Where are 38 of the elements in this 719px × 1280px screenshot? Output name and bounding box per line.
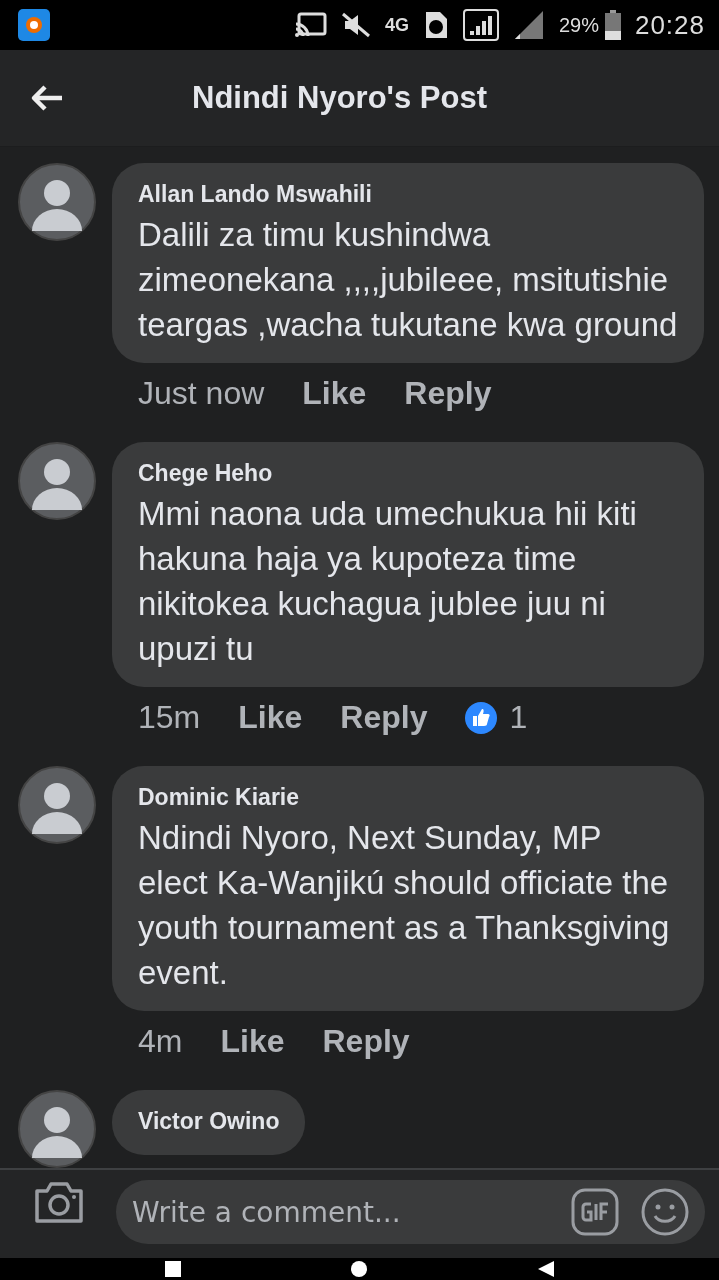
author-name[interactable]: Dominic Kiarie [138, 784, 678, 811]
page-title: Ndindi Nyoro's Post [192, 80, 487, 116]
battery-icon [604, 10, 621, 40]
reply-link[interactable]: Reply [404, 375, 492, 412]
comment-text: Ndindi Nyoro, Next Sunday, MP elect Ka-Wanjikú should officiate the youth tournament as a Thanksgiving event. [138, 818, 671, 993]
author-name[interactable]: Chege Heho [138, 460, 678, 487]
timestamp: Just now [138, 375, 265, 412]
author-name[interactable]: Allan Lando Mswahili [138, 181, 678, 208]
camera-button[interactable] [34, 1180, 84, 1224]
timestamp: 15m [138, 699, 201, 736]
back-icon[interactable] [537, 1261, 554, 1277]
comment-text: Mmi naona uda umechukua hii kiti hakuna haja ya kupoteza time nikitokea kuchagua jublee juu ni upuzi tu [138, 494, 638, 669]
mute-icon [340, 12, 371, 38]
thumbs-up-icon [465, 701, 498, 734]
signal-icon [462, 9, 499, 41]
author-name[interactable]: Victor Owino [138, 1108, 280, 1135]
reaction-count: 1 [509, 699, 528, 736]
gif-button[interactable] [571, 1188, 619, 1236]
like-link[interactable]: Like [220, 1023, 285, 1060]
back-arrow-icon [30, 84, 64, 112]
like-link[interactable]: Like [302, 375, 367, 412]
comment-text: Dalili za timu kushindwa zimeonekana ,,,,jubileee, msitutishie teargas ,wacha tukutane kwa ground [138, 215, 678, 345]
timestamp: 4m [138, 1023, 183, 1060]
home-icon[interactable] [351, 1261, 368, 1277]
emoji-button[interactable] [641, 1188, 689, 1236]
battery-percent: 29% [558, 13, 599, 37]
clock: 20:28 [634, 9, 705, 41]
reply-link[interactable]: Reply [340, 699, 428, 736]
reply-link[interactable]: Reply [322, 1023, 410, 1060]
cast-icon [294, 12, 327, 38]
like-link[interactable]: Like [238, 699, 303, 736]
recents-icon[interactable] [165, 1261, 182, 1277]
app-icon [18, 9, 50, 41]
gif-icon [571, 1188, 619, 1236]
smiley-icon [641, 1188, 689, 1236]
camera-icon [34, 1180, 84, 1224]
composer-bar[interactable]: Write a comment... [116, 1180, 705, 1244]
network-type: 4G [384, 14, 409, 36]
